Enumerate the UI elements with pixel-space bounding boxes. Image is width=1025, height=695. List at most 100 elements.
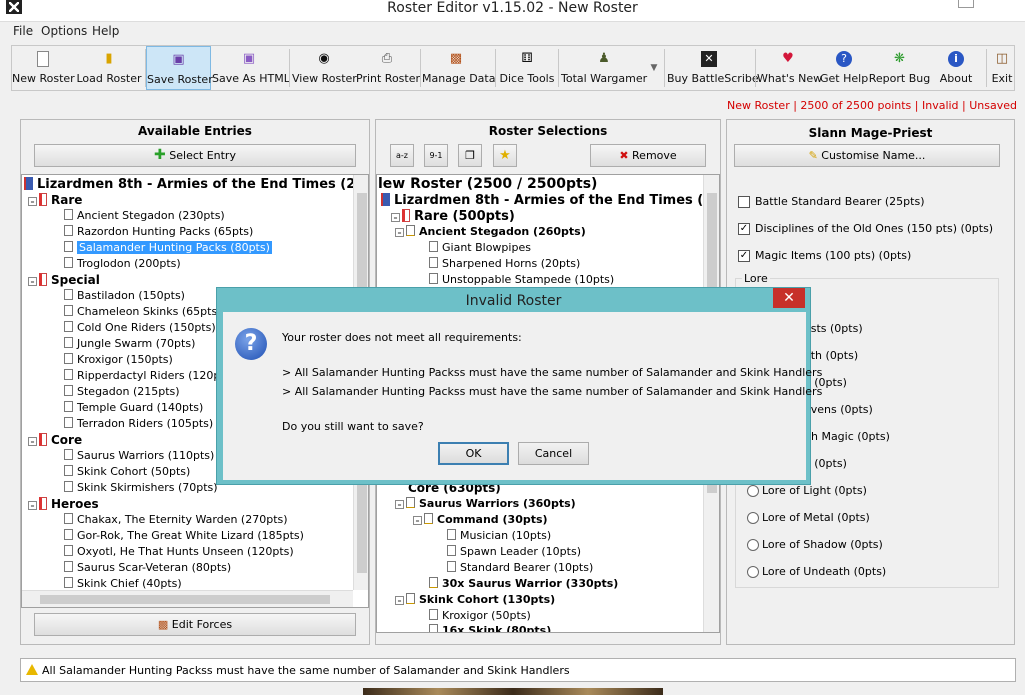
collapse-icon[interactable]: – bbox=[28, 277, 37, 286]
total-wargamer-button[interactable]: ♟ Total Wargamer bbox=[561, 46, 647, 90]
collapse-icon[interactable]: – bbox=[28, 501, 37, 510]
lore-radio[interactable] bbox=[747, 485, 759, 497]
entry-item[interactable]: Oxyotl, He That Hunts Unseen (120pts) bbox=[64, 545, 294, 558]
close-window-button[interactable] bbox=[988, 0, 1016, 8]
roster-unit[interactable]: 16x Skink (80pts) bbox=[429, 624, 551, 632]
entry-item[interactable]: Stegadon (215pts) bbox=[64, 385, 180, 398]
page-icon bbox=[64, 561, 73, 572]
print-roster-button[interactable]: ⎙ Print Roster bbox=[356, 46, 420, 90]
entry-item[interactable]: Chakax, The Eternity Warden (270pts) bbox=[64, 513, 288, 526]
menu-help[interactable]: Help bbox=[92, 24, 119, 38]
collapse-icon[interactable]: – bbox=[391, 213, 400, 222]
remove-button[interactable]: ✖ Remove bbox=[590, 144, 706, 167]
collapse-icon[interactable]: – bbox=[395, 500, 404, 509]
roster-unit[interactable]: – Command (30pts) bbox=[413, 513, 548, 526]
menu-file[interactable]: File bbox=[13, 24, 33, 38]
lore-radio[interactable] bbox=[747, 566, 759, 578]
sort-az-button[interactable]: a-z bbox=[390, 144, 414, 167]
selected-entry: Salamander Hunting Packs (80pts) bbox=[77, 241, 272, 254]
entry-item[interactable]: Ripperdactyl Riders (120pts) bbox=[64, 369, 235, 382]
category-heroes[interactable]: – Heroes bbox=[28, 497, 99, 511]
collapse-icon[interactable]: – bbox=[413, 516, 422, 525]
magic-items-checkbox[interactable]: ✓ bbox=[738, 250, 750, 262]
sort-91-button[interactable]: 9-1 bbox=[424, 144, 448, 167]
entry-item[interactable]: Kroxigor (150pts) bbox=[64, 353, 173, 366]
save-roster-button[interactable]: ▣ Save Roster bbox=[146, 46, 213, 90]
report-bug-button[interactable]: ❋ Report Bug bbox=[868, 46, 931, 90]
tree-root[interactable]: Lizardmen 8th - Armies of the End Times … bbox=[24, 177, 368, 192]
maximize-icon[interactable] bbox=[958, 0, 974, 8]
roster-upgrade[interactable]: Sharpened Horns (20pts) bbox=[429, 257, 580, 270]
dice-tools-button[interactable]: ⚅ Dice Tools bbox=[498, 46, 556, 90]
entry-item[interactable]: Saurus Warriors (110pts) bbox=[64, 449, 214, 462]
entry-item[interactable]: Gor-Rok, The Great White Lizard (185pts) bbox=[64, 529, 304, 542]
about-button[interactable]: i About bbox=[930, 46, 982, 90]
entry-item[interactable]: Bastiladon (150pts) bbox=[64, 289, 185, 302]
roster-category-rare[interactable]: – Rare (500pts) bbox=[391, 209, 515, 224]
disciplines-checkbox[interactable]: ✓ bbox=[738, 223, 750, 235]
exit-button[interactable]: ◫ Exit bbox=[988, 46, 1016, 90]
lore-radio[interactable] bbox=[747, 512, 759, 524]
save-as-html-button[interactable]: ▣ Save As HTML bbox=[212, 46, 290, 90]
load-roster-button[interactable]: ▮ Load Roster bbox=[75, 46, 143, 90]
lore-option-label: gh Magic (0pts) bbox=[804, 430, 890, 443]
lore-radio[interactable] bbox=[747, 539, 759, 551]
buy-battlescribe-button[interactable]: ✕ Buy BattleScribe bbox=[667, 46, 759, 90]
ok-button[interactable]: OK bbox=[438, 442, 509, 465]
collapse-icon[interactable]: – bbox=[28, 197, 37, 206]
roster-upgrade[interactable]: Spawn Leader (10pts) bbox=[447, 545, 581, 558]
horizontal-scrollbar[interactable] bbox=[22, 590, 353, 607]
category-special[interactable]: – Special bbox=[28, 273, 100, 287]
whats-new-button[interactable]: ♥ What's New bbox=[757, 46, 822, 90]
roster-upgrade[interactable]: Kroxigor (50pts) bbox=[429, 609, 531, 622]
roster-root[interactable]: lew Roster (2500 / 2500pts) bbox=[378, 176, 597, 192]
entry-item[interactable]: Skink Cohort (50pts) bbox=[64, 465, 190, 478]
edit-forces-button[interactable]: ▩ Edit Forces bbox=[34, 613, 356, 636]
total-wargamer-dropdown[interactable]: ▼ bbox=[646, 46, 662, 90]
entry-item[interactable]: Ancient Stegadon (230pts) bbox=[64, 209, 225, 222]
category-rare[interactable]: – Rare bbox=[28, 193, 82, 207]
scroll-thumb[interactable] bbox=[40, 595, 330, 604]
view-roster-button[interactable]: ◉ View Roster bbox=[292, 46, 357, 90]
cancel-button[interactable]: Cancel bbox=[518, 442, 589, 465]
select-entry-button[interactable]: ✚ Select Entry bbox=[34, 144, 356, 167]
roster-unit[interactable]: 30x Saurus Warrior (330pts) bbox=[429, 577, 618, 590]
menu-options[interactable]: Options bbox=[41, 24, 87, 38]
entry-item[interactable]: Temple Guard (140pts) bbox=[64, 401, 203, 414]
favourite-button[interactable]: ★ bbox=[493, 144, 517, 167]
dialog-close-button[interactable]: ✕ bbox=[773, 288, 805, 308]
entry-item[interactable]: Razordon Hunting Packs (65pts) bbox=[64, 225, 253, 238]
entry-item[interactable]: Saurus Scar-Veteran (80pts) bbox=[64, 561, 231, 574]
collapse-icon[interactable]: – bbox=[28, 437, 37, 446]
get-help-button[interactable]: ? Get Help bbox=[820, 46, 868, 90]
entry-item[interactable]: Troglodon (200pts) bbox=[64, 257, 181, 270]
roster-upgrade[interactable]: Giant Blowpipes bbox=[429, 241, 531, 254]
entry-item[interactable]: Chameleon Skinks (65pts) bbox=[64, 305, 221, 318]
new-roster-button[interactable]: New Roster bbox=[12, 46, 75, 90]
roster-upgrade[interactable]: Unstoppable Stampede (10pts) bbox=[429, 273, 614, 286]
dice-icon: ⚅ bbox=[521, 51, 533, 66]
roster-upgrade[interactable]: Standard Bearer (10pts) bbox=[447, 561, 593, 574]
selected-unit-title: Slann Mage-Priest bbox=[808, 126, 933, 140]
page-icon bbox=[447, 529, 456, 540]
battle-standard-checkbox[interactable] bbox=[738, 196, 750, 208]
entry-item[interactable]: Terradon Riders (105pts) bbox=[64, 417, 213, 430]
copy-button[interactable]: ❐ bbox=[458, 144, 482, 167]
entry-item[interactable]: Skink Skirmishers (70pts) bbox=[64, 481, 218, 494]
roster-unit[interactable]: – Saurus Warriors (360pts) bbox=[395, 497, 576, 510]
roster-force[interactable]: Lizardmen 8th - Armies of the End Times … bbox=[381, 193, 719, 208]
entry-item[interactable]: Jungle Swarm (70pts) bbox=[64, 337, 195, 350]
entry-item[interactable]: Salamander Hunting Packs (80pts) bbox=[64, 241, 272, 254]
collapse-icon[interactable]: – bbox=[395, 228, 404, 237]
entry-item[interactable]: Skink Chief (40pts) bbox=[64, 577, 182, 590]
roster-upgrade[interactable]: Musician (10pts) bbox=[447, 529, 551, 542]
roster-unit[interactable]: – Ancient Stegadon (260pts) bbox=[395, 225, 586, 238]
manage-data-button[interactable]: ▩ Manage Data bbox=[422, 46, 495, 90]
category-core[interactable]: – Core bbox=[28, 433, 82, 447]
collapse-icon[interactable]: – bbox=[395, 596, 404, 605]
roster-unit[interactable]: – Skink Cohort (130pts) bbox=[395, 593, 555, 606]
sort-91-icon: 9-1 bbox=[429, 151, 443, 160]
customise-name-button[interactable]: ✎ Customise Name... bbox=[734, 144, 1000, 167]
edit-page-icon bbox=[429, 577, 438, 588]
entry-item[interactable]: Cold One Riders (150pts) bbox=[64, 321, 216, 334]
